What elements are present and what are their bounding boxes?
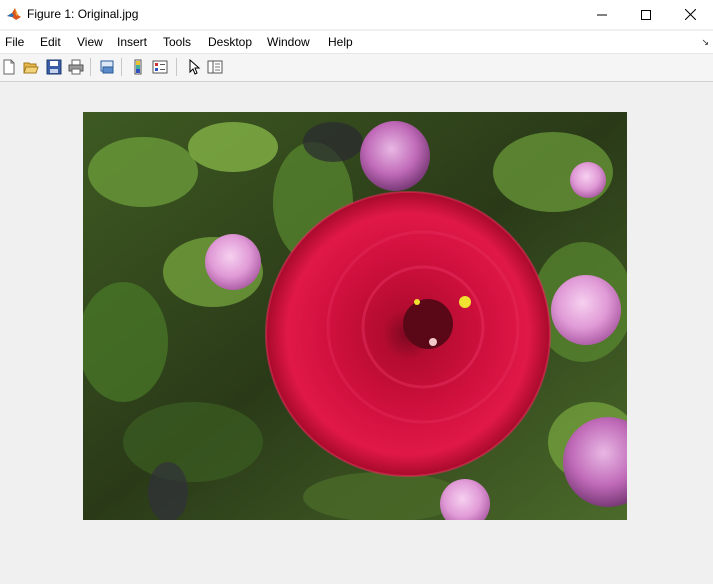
insert-colorbar-icon <box>134 59 142 75</box>
menu-view[interactable]: View <box>77 35 103 49</box>
open-file-icon <box>23 62 39 74</box>
close-icon <box>684 9 696 20</box>
show-plot-tools-button[interactable] <box>206 58 224 76</box>
new-figure-icon <box>3 59 15 75</box>
title-bar[interactable]: Figure 1: Original.jpg <box>0 0 713 29</box>
link-plot-icon <box>100 60 114 74</box>
red-zinnia-flower-photo <box>83 112 627 520</box>
maximize-button[interactable] <box>623 0 669 29</box>
show-plot-tools-icon <box>207 60 223 74</box>
figure-canvas[interactable] <box>0 82 713 584</box>
insert-colorbar-button[interactable] <box>129 58 147 76</box>
insert-legend-button[interactable] <box>151 58 169 76</box>
minimize-icon <box>597 14 607 15</box>
save-icon <box>46 59 62 75</box>
edit-plot-button[interactable] <box>185 58 203 76</box>
toolbar-separator <box>90 58 91 76</box>
new-figure-button[interactable] <box>0 58 18 76</box>
toolbar-separator <box>176 58 177 76</box>
menu-desktop[interactable]: Desktop <box>208 35 252 49</box>
edit-plot-arrow-icon <box>189 59 201 75</box>
dock-figure-icon[interactable]: ↘ <box>701 37 709 48</box>
menu-tools[interactable]: Tools <box>163 35 191 49</box>
menu-edit[interactable]: Edit <box>40 35 61 49</box>
window-title: Figure 1: Original.jpg <box>27 7 139 21</box>
matlab-logo-icon <box>6 6 22 22</box>
link-plot-button[interactable] <box>98 58 116 76</box>
image-axes[interactable] <box>83 112 627 520</box>
open-file-button[interactable] <box>22 58 40 76</box>
print-button[interactable] <box>67 58 85 76</box>
menu-file[interactable]: File <box>5 35 24 49</box>
menu-bar: File Edit View Insert Tools Desktop Wind… <box>0 31 713 54</box>
close-button[interactable] <box>667 0 713 29</box>
menu-help[interactable]: Help <box>328 35 353 49</box>
menu-insert[interactable]: Insert <box>117 35 147 49</box>
print-icon <box>68 59 84 75</box>
toolbar-separator <box>121 58 122 76</box>
figure-toolbar <box>0 54 713 82</box>
maximize-icon <box>641 9 651 20</box>
save-button[interactable] <box>45 58 63 76</box>
menu-window[interactable]: Window <box>267 35 310 49</box>
insert-legend-icon <box>152 60 168 74</box>
minimize-button[interactable] <box>579 0 625 29</box>
